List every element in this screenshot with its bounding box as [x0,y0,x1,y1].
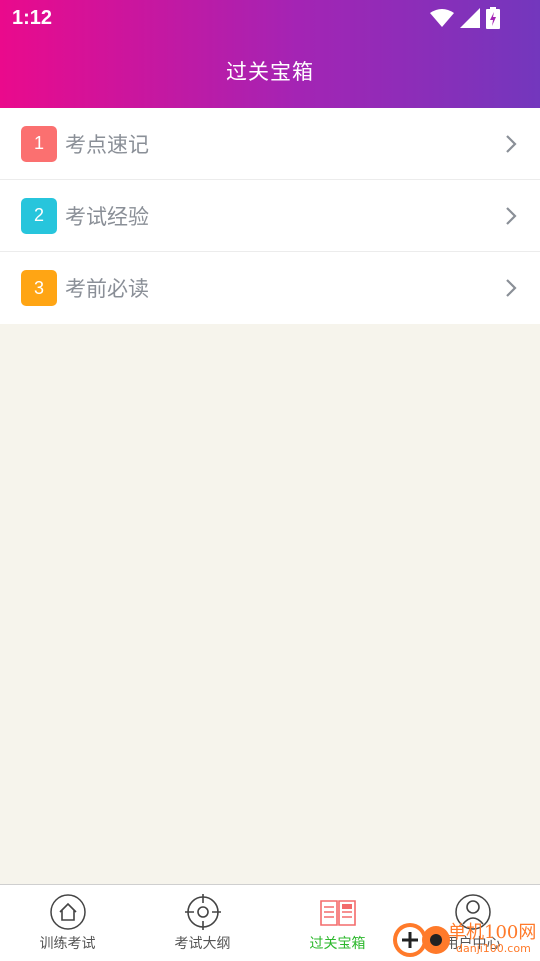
watermark-text: 单机100网 [448,922,537,943]
tab-exam-outline[interactable]: 考试大纲 [135,885,270,961]
tab-label: 训练考试 [39,936,96,952]
page-title: 过关宝箱 [226,60,314,84]
watermark: 单机100网 danji100.com [390,916,540,960]
signal-icon [460,8,480,28]
list-item-label: 考前必读 [65,277,149,301]
watermark-logo [393,923,450,957]
wifi-icon [430,9,454,27]
list-item[interactable]: 1 考点速记 [0,108,540,180]
status-time: 1:12 [12,7,53,29]
status-icons [430,7,500,29]
list-item-label: 考点速记 [65,132,149,157]
chevron-right-icon [506,134,517,153]
list-item[interactable]: 2 考试经验 [0,180,540,252]
number-badge: 2 [21,197,57,234]
tab-label: 考试大纲 [174,936,231,952]
watermark-url: danji100.com [456,942,531,955]
home-icon [49,894,86,930]
menu-list: 1 考点速记 2 考试经验 3 考前必读 [0,108,540,324]
tab-label: 过关宝箱 [309,936,366,952]
book-icon [319,900,356,926]
chevron-right-icon [506,206,517,225]
number-badge: 3 [21,270,57,306]
crosshair-icon [184,894,221,930]
app-header: 1:12 过关宝箱 [0,0,540,108]
number-badge: 1 [21,125,57,162]
battery-icon [486,7,500,29]
tab-training-exam[interactable]: 训练考试 [0,885,135,961]
list-item-label: 考试经验 [65,204,149,229]
tab-treasure-box[interactable]: 过关宝箱 [270,885,405,961]
list-item[interactable]: 3 考前必读 [0,252,540,324]
chevron-right-icon [506,279,517,297]
